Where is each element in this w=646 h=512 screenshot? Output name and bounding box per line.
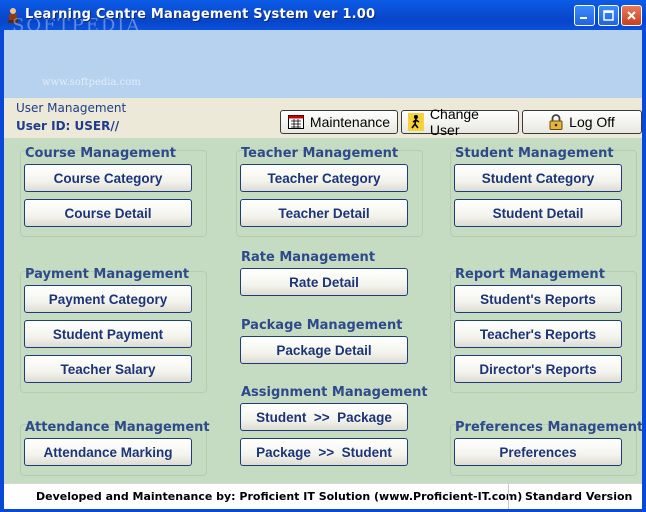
directors-reports-button[interactable]: Director's Reports [454,355,622,383]
maintenance-icon [287,115,304,129]
log-off-label: Log Off [569,114,615,130]
student-payment-button[interactable]: Student Payment [24,320,192,348]
student-to-package-button[interactable]: Student >> Package [240,403,408,431]
rate-detail-button[interactable]: Rate Detail [240,268,408,296]
version-label: Standard Version [525,490,633,503]
teacher-category-button[interactable]: Teacher Category [240,164,408,192]
user-management-label: User Management [16,101,127,115]
teachers-reports-button[interactable]: Teacher's Reports [454,320,622,348]
student-category-button[interactable]: Student Category [454,164,622,192]
teacher-detail-button[interactable]: Teacher Detail [240,199,408,227]
payment-category-button[interactable]: Payment Category [24,285,192,313]
watermark-url: www.softpedia.com [42,77,141,88]
status-bar: Developed and Maintenance by: Proficient… [4,483,642,509]
change-user-icon [408,113,424,131]
developer-credit: Developed and Maintenance by: Proficient… [36,490,523,503]
attendance-management-title: Attendance Management [25,420,210,435]
preferences-management-title: Preferences Management [455,420,644,435]
maintenance-label: Maintenance [309,114,391,130]
package-detail-button[interactable]: Package Detail [240,336,408,364]
attendance-marking-button[interactable]: Attendance Marking [24,438,192,466]
management-panel: Course Management Course Category Course… [4,138,644,483]
log-off-button[interactable]: Log Off [522,110,642,134]
maintenance-button[interactable]: Maintenance [280,110,398,134]
title-bar[interactable]: SOFTPEDIA Learning Centre Management Sys… [0,0,646,36]
client-area: www.softpedia.com User Management User I… [4,30,644,509]
header-banner: www.softpedia.com [4,30,642,98]
close-icon [627,11,636,20]
assignment-management-title: Assignment Management [241,385,428,400]
change-user-button[interactable]: Change User [401,106,519,138]
student-detail-button[interactable]: Student Detail [454,199,622,227]
window-title: Learning Centre Management System ver 1.… [25,7,376,22]
lock-icon [549,114,563,130]
students-reports-button[interactable]: Student's Reports [454,285,622,313]
course-management-title: Course Management [25,146,176,161]
user-id-label: User ID: USER// [16,119,120,133]
minimize-icon [580,17,587,19]
rate-management-title: Rate Management [241,250,376,265]
course-category-button[interactable]: Course Category [24,164,192,192]
package-to-student-button[interactable]: Package >> Student [240,438,408,466]
payment-management-title: Payment Management [25,267,190,282]
preferences-button[interactable]: Preferences [454,438,622,466]
teacher-salary-button[interactable]: Teacher Salary [24,355,192,383]
teacher-management-title: Teacher Management [241,146,399,161]
package-management-title: Package Management [241,318,403,333]
app-window: SOFTPEDIA Learning Centre Management Sys… [0,0,646,512]
student-management-title: Student Management [455,146,614,161]
maximize-button[interactable] [598,5,619,26]
close-button[interactable] [621,5,642,26]
status-divider [508,484,509,509]
user-bar: User Management User ID: USER// Maintena… [4,98,642,138]
report-management-title: Report Management [455,267,605,282]
maximize-icon [603,10,614,21]
course-detail-button[interactable]: Course Detail [24,199,192,227]
minimize-button[interactable] [574,5,595,26]
change-user-label: Change User [429,106,479,138]
